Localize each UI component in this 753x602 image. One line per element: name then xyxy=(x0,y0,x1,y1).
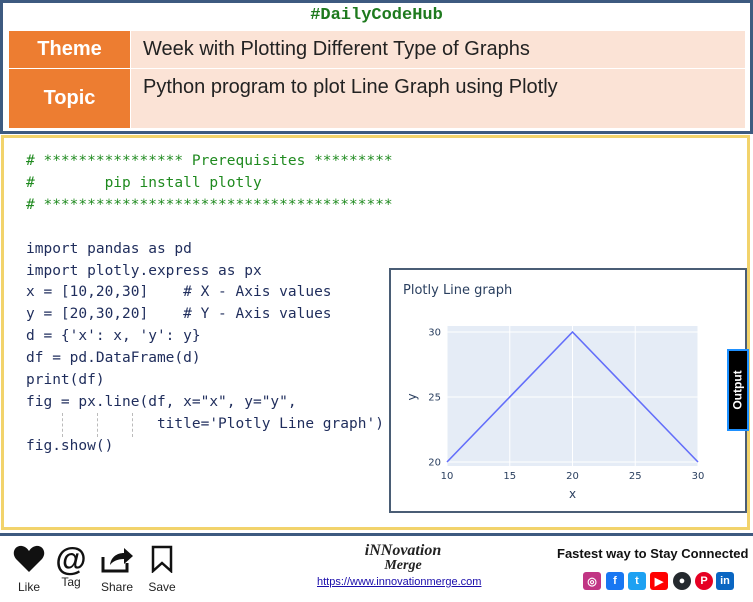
code-line-7: x = [10,20,30] # X - Axis values xyxy=(26,284,332,301)
code-line-1: # **************** Prerequisites *******… xyxy=(26,153,393,169)
like-label: Like xyxy=(17,580,40,594)
save-button[interactable]: Save xyxy=(142,545,182,594)
footer-divider xyxy=(0,533,753,536)
code-line-6: import plotly.express as px xyxy=(26,262,262,279)
x-tick-label: 10 xyxy=(441,471,454,482)
code-line-12: fig = px.line(df, x="x", y="y", xyxy=(26,393,297,410)
brand-line-2: Merge xyxy=(384,558,422,573)
theme-label: Theme xyxy=(9,31,130,68)
code-line-5: import pandas as pd xyxy=(26,240,192,257)
tagline: Fastest way to Stay Connected xyxy=(557,546,749,561)
code-block: # **************** Prerequisites *******… xyxy=(26,151,393,458)
tag-label: Tag xyxy=(61,575,81,589)
twitter-icon[interactable]: t xyxy=(628,572,646,590)
instagram-icon[interactable]: ◎ xyxy=(583,572,601,590)
y-axis-label: y xyxy=(405,393,419,400)
code-line-9: d = {'x': x, 'y': y} xyxy=(26,328,201,345)
line-chart: 10 15 20 25 30 20 25 30 x y xyxy=(405,326,705,501)
code-line-8: y = [20,30,20] # Y - Axis values xyxy=(26,306,332,323)
at-icon: @ xyxy=(55,541,87,577)
facebook-icon[interactable]: f xyxy=(606,572,624,590)
code-line-13: title='Plotly Line graph') xyxy=(26,415,384,432)
youtube-icon[interactable]: ▶ xyxy=(650,572,668,590)
output-tab[interactable]: Output xyxy=(727,349,749,431)
indent-guide xyxy=(132,413,134,437)
code-line-14: fig.show() xyxy=(26,437,114,454)
hashtag-title: #DailyCodeHub xyxy=(310,6,443,25)
y-tick-label: 25 xyxy=(428,393,441,404)
bookmark-icon xyxy=(151,545,173,574)
like-button[interactable]: Like xyxy=(9,545,49,594)
topic-label: Topic xyxy=(9,69,130,128)
share-icon xyxy=(101,548,133,573)
x-tick-label: 25 xyxy=(629,471,642,482)
output-tab-label: Output xyxy=(731,370,746,410)
code-line-10: df = pd.DataFrame(d) xyxy=(26,350,201,367)
x-tick-label: 20 xyxy=(566,471,579,482)
save-label: Save xyxy=(148,580,176,594)
brand-line-1: iNNovation xyxy=(364,542,442,559)
y-tick-label: 30 xyxy=(428,328,441,339)
y-tick-label: 20 xyxy=(428,458,441,469)
code-line-3: # **************************************… xyxy=(26,196,393,213)
linkedin-icon[interactable]: in xyxy=(716,572,734,590)
brand-logo: iNNovation Merge xyxy=(338,542,468,574)
tag-button[interactable]: @ Tag xyxy=(51,541,91,589)
heart-icon xyxy=(13,545,45,572)
github-icon[interactable]: ● xyxy=(673,572,691,590)
share-label: Share xyxy=(100,580,134,594)
code-line-11: print(df) xyxy=(26,372,105,389)
indent-guide xyxy=(62,413,64,437)
x-tick-label: 30 xyxy=(692,471,705,482)
x-tick-label: 15 xyxy=(503,471,516,482)
share-button[interactable]: Share xyxy=(97,545,137,594)
theme-value: Week with Plotting Different Type of Gra… xyxy=(131,31,745,68)
indent-guide xyxy=(97,413,99,437)
topic-value: Python program to plot Line Graph using … xyxy=(131,69,745,128)
pinterest-icon[interactable]: P xyxy=(695,572,713,590)
code-line-2: # pip install plotly xyxy=(26,174,262,191)
website-link[interactable]: https://www.innovationmerge.com xyxy=(317,576,481,588)
x-axis-label: x xyxy=(569,487,576,501)
